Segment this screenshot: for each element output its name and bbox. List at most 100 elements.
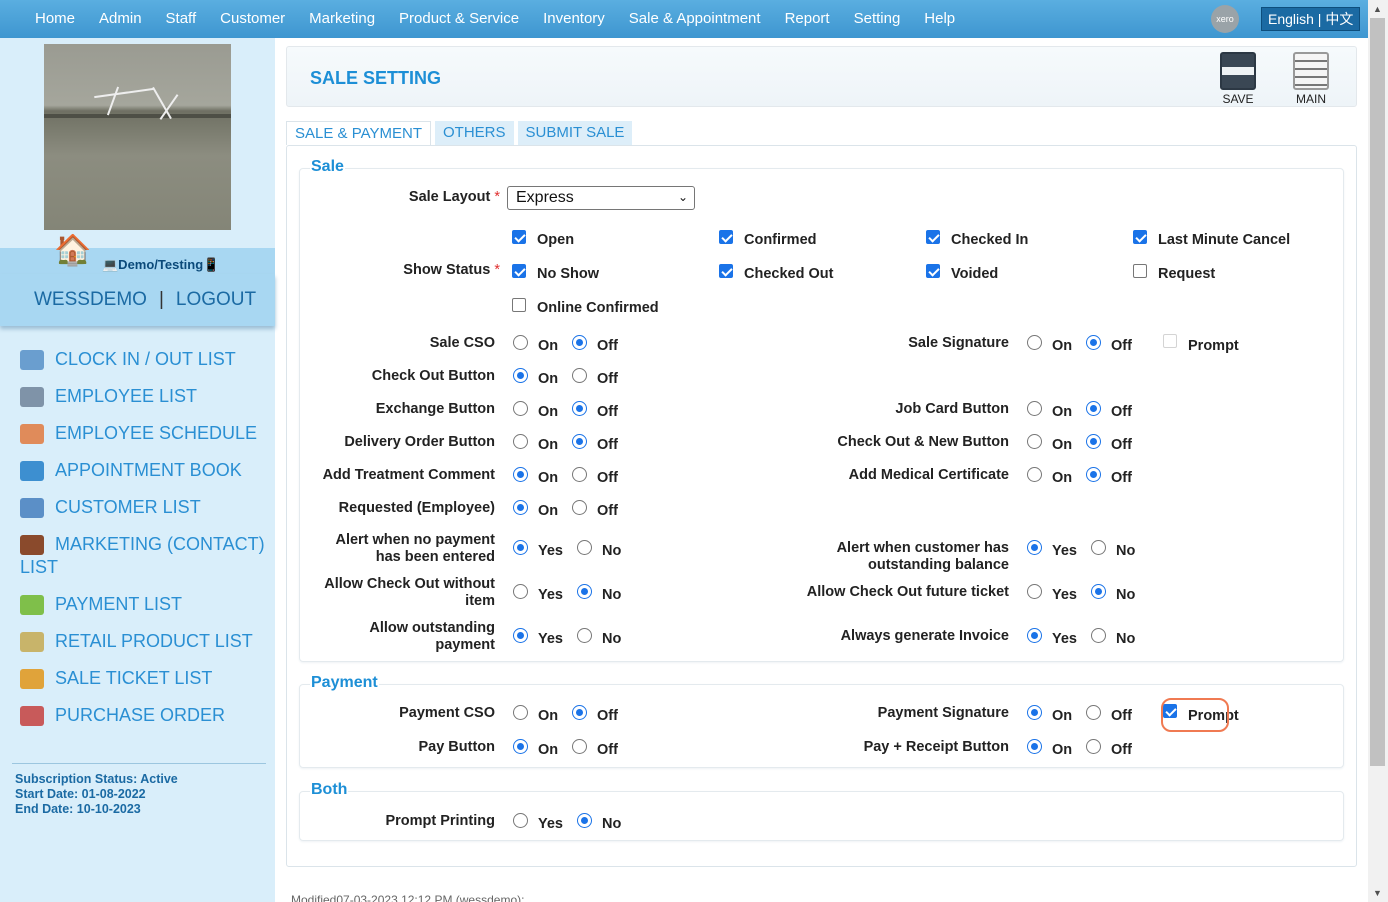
sale-right-label: Check Out & New Button (837, 434, 1009, 450)
radio-on[interactable] (513, 368, 528, 383)
radio-no[interactable] (577, 540, 592, 555)
status-checkbox[interactable] (719, 230, 733, 244)
topnav-item[interactable]: Inventory (531, 0, 617, 38)
radio-off[interactable] (572, 705, 587, 720)
radio-label-no: No (1116, 631, 1136, 647)
radio-off[interactable] (1086, 739, 1101, 754)
home-icon[interactable]: 🏠 (54, 234, 91, 268)
sidebar-item[interactable]: PURCHASE ORDER (20, 704, 270, 727)
status-label: No Show (537, 266, 600, 282)
sidebar-item[interactable]: EMPLOYEE SCHEDULE (20, 422, 270, 445)
topnav-item[interactable]: Staff (154, 0, 209, 38)
radio-off[interactable] (572, 467, 587, 482)
radio-on[interactable] (1027, 434, 1042, 449)
radio-off[interactable] (572, 500, 587, 515)
radio-label-yes: Yes (538, 631, 563, 647)
scrollbar-thumb[interactable] (1370, 18, 1385, 766)
status-checkbox[interactable] (512, 230, 526, 244)
radio-off[interactable] (1086, 401, 1101, 416)
save-button[interactable]: SAVE (1213, 52, 1263, 106)
radio-no[interactable] (577, 584, 592, 599)
radio-off[interactable] (1086, 335, 1101, 350)
radio-on[interactable] (513, 467, 528, 482)
radio-on[interactable] (513, 500, 528, 515)
topnav-item[interactable]: Customer (208, 0, 297, 38)
radio-on[interactable] (513, 335, 528, 350)
radio-on[interactable] (1027, 739, 1042, 754)
sale-right-label: Sale Signature (908, 335, 1009, 351)
topnav-item[interactable]: Report (773, 0, 842, 38)
topnav-item[interactable]: Marketing (297, 0, 387, 38)
payment-right-label: Pay + Receipt Button (863, 739, 1009, 755)
radio-off[interactable] (1086, 705, 1101, 720)
sidebar-item[interactable]: EMPLOYEE LIST (20, 385, 270, 408)
radio-yes[interactable] (1027, 584, 1042, 599)
radio-off[interactable] (1086, 434, 1101, 449)
radio-yes[interactable] (1027, 540, 1042, 555)
status-checkbox[interactable] (512, 264, 526, 278)
status-checkbox[interactable] (512, 298, 526, 312)
sidebar-item[interactable]: MARKETING (CONTACT) LIST (20, 533, 270, 579)
radio-on[interactable] (513, 401, 528, 416)
sidebar-item[interactable]: APPOINTMENT BOOK (20, 459, 270, 482)
status-checkbox[interactable] (926, 264, 940, 278)
radio-label-on: On (538, 371, 559, 387)
tab[interactable]: OTHERS (434, 121, 514, 145)
radio-on[interactable] (1027, 335, 1042, 350)
tab[interactable]: SUBMIT SALE (517, 121, 633, 145)
scroll-up-arrow-icon[interactable]: ▲ (1373, 4, 1382, 14)
radio-on[interactable] (1027, 401, 1042, 416)
radio-off[interactable] (572, 434, 587, 449)
radio-off[interactable] (572, 335, 587, 350)
topnav-item[interactable]: Setting (842, 0, 913, 38)
xero-icon[interactable]: xero (1211, 5, 1239, 33)
radio-no[interactable] (1091, 628, 1106, 643)
radio-on[interactable] (1027, 705, 1042, 720)
radio-off[interactable] (572, 401, 587, 416)
radio-off[interactable] (1086, 467, 1101, 482)
radio-label-off: Off (597, 437, 618, 453)
scrollbar[interactable]: ▲ ▼ (1368, 0, 1388, 902)
sidebar-item[interactable]: CLOCK IN / OUT LIST (20, 348, 270, 371)
radio-label-off: Off (1111, 708, 1132, 724)
radio-no[interactable] (1091, 540, 1106, 555)
radio-yes[interactable] (513, 584, 528, 599)
radio-no[interactable] (1091, 584, 1106, 599)
radio-on[interactable] (513, 434, 528, 449)
radio-yes[interactable] (513, 813, 528, 828)
username-link[interactable]: WESSDEMO (34, 289, 147, 310)
sidebar-item[interactable]: RETAIL PRODUCT LIST (20, 630, 270, 653)
topnav-item[interactable]: Product & Service (387, 0, 531, 38)
status-checkbox[interactable] (719, 264, 733, 278)
radio-off[interactable] (572, 739, 587, 754)
sidebar-item[interactable]: PAYMENT LIST (20, 593, 270, 616)
topnav-item[interactable]: Home (0, 0, 87, 38)
status-checkbox[interactable] (1133, 230, 1147, 244)
radio-yes[interactable] (513, 540, 528, 555)
tab[interactable]: SALE & PAYMENT (286, 121, 431, 145)
status-checkbox[interactable] (926, 230, 940, 244)
main-button[interactable]: MAIN (1286, 52, 1336, 106)
radio-on[interactable] (1027, 467, 1042, 482)
radio-label-yes: Yes (1052, 543, 1077, 559)
radio-yes[interactable] (513, 628, 528, 643)
topnav-item[interactable]: Help (912, 0, 967, 38)
scroll-down-arrow-icon[interactable]: ▼ (1373, 888, 1382, 898)
radio-on[interactable] (513, 705, 528, 720)
topnav-item[interactable]: Admin (87, 0, 154, 38)
status-checkbox[interactable] (1133, 264, 1147, 278)
sale-layout-select[interactable]: Express ⌄ (507, 186, 695, 210)
radio-no[interactable] (577, 813, 592, 828)
radio-off[interactable] (572, 368, 587, 383)
list-document-icon (1293, 52, 1329, 90)
logout-link[interactable]: LOGOUT (176, 289, 256, 310)
prompt-checkbox[interactable] (1163, 334, 1177, 348)
sidebar-item[interactable]: SALE TICKET LIST (20, 667, 270, 690)
sidebar-item[interactable]: CUSTOMER LIST (20, 496, 270, 519)
topnav-item[interactable]: Sale & Appointment (617, 0, 773, 38)
radio-yes[interactable] (1027, 628, 1042, 643)
language-switch[interactable]: English | 中文 (1261, 7, 1361, 31)
radio-on[interactable] (513, 739, 528, 754)
chevron-down-icon: ⌄ (677, 190, 688, 204)
radio-no[interactable] (577, 628, 592, 643)
